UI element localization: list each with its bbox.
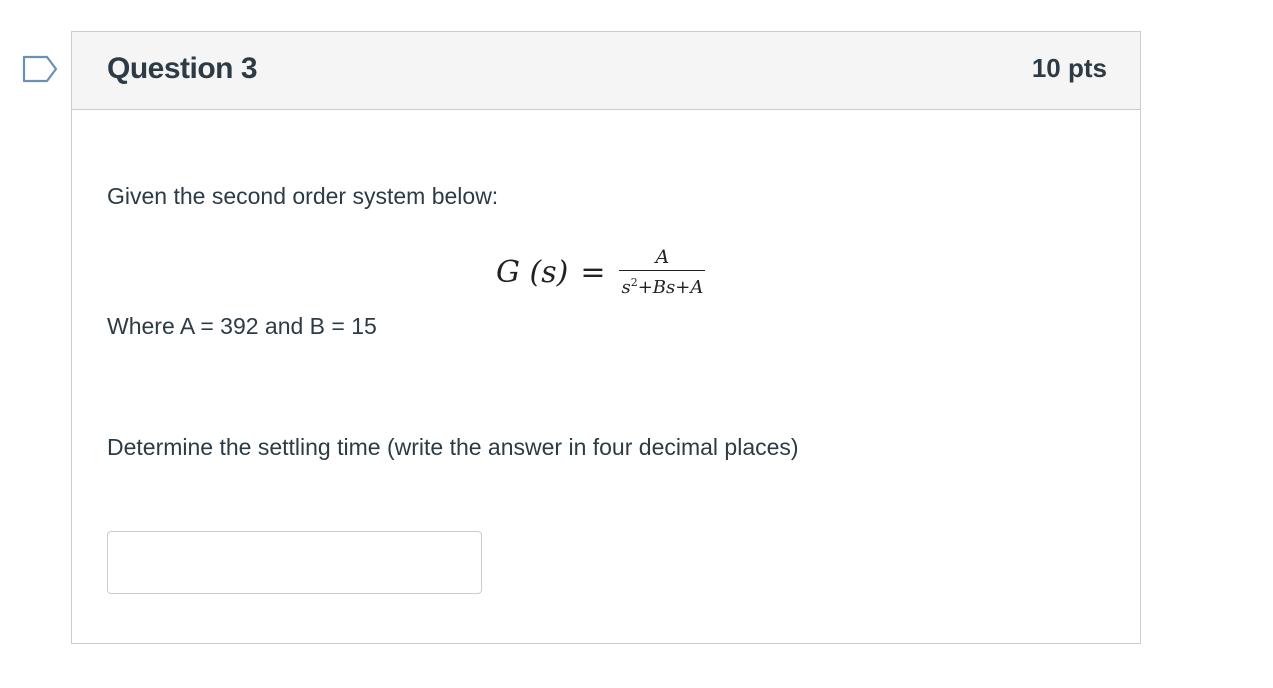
question-title: Question 3 [107, 52, 258, 85]
question-intro: Given the second order system below: [107, 183, 499, 209]
equation-lhs: G (s) [496, 254, 569, 290]
equation-denominator: s2+Bs+A [619, 271, 705, 300]
question-points: 10 pts [1031, 53, 1107, 83]
question-card: Question 3 10 pts Given the second order… [71, 31, 1141, 644]
transfer-function-equation: G (s) = A s2+Bs+A [496, 242, 706, 302]
equation-numerator: A [619, 245, 706, 271]
denominator-base: s [621, 276, 631, 298]
equation-equals: = [580, 254, 606, 290]
question-prompt: Determine the settling time (write the a… [107, 434, 799, 460]
question-header: Question 3 10 pts [72, 32, 1140, 110]
answer-input[interactable] [107, 531, 482, 594]
equation-fraction: A s2+Bs+A [619, 245, 706, 300]
question-given-values: Where A = 392 and B = 15 [107, 313, 377, 339]
flag-question-icon[interactable] [22, 55, 58, 83]
denominator-exponent: 2 [630, 275, 638, 289]
denominator-rest: +Bs+A [637, 276, 704, 298]
